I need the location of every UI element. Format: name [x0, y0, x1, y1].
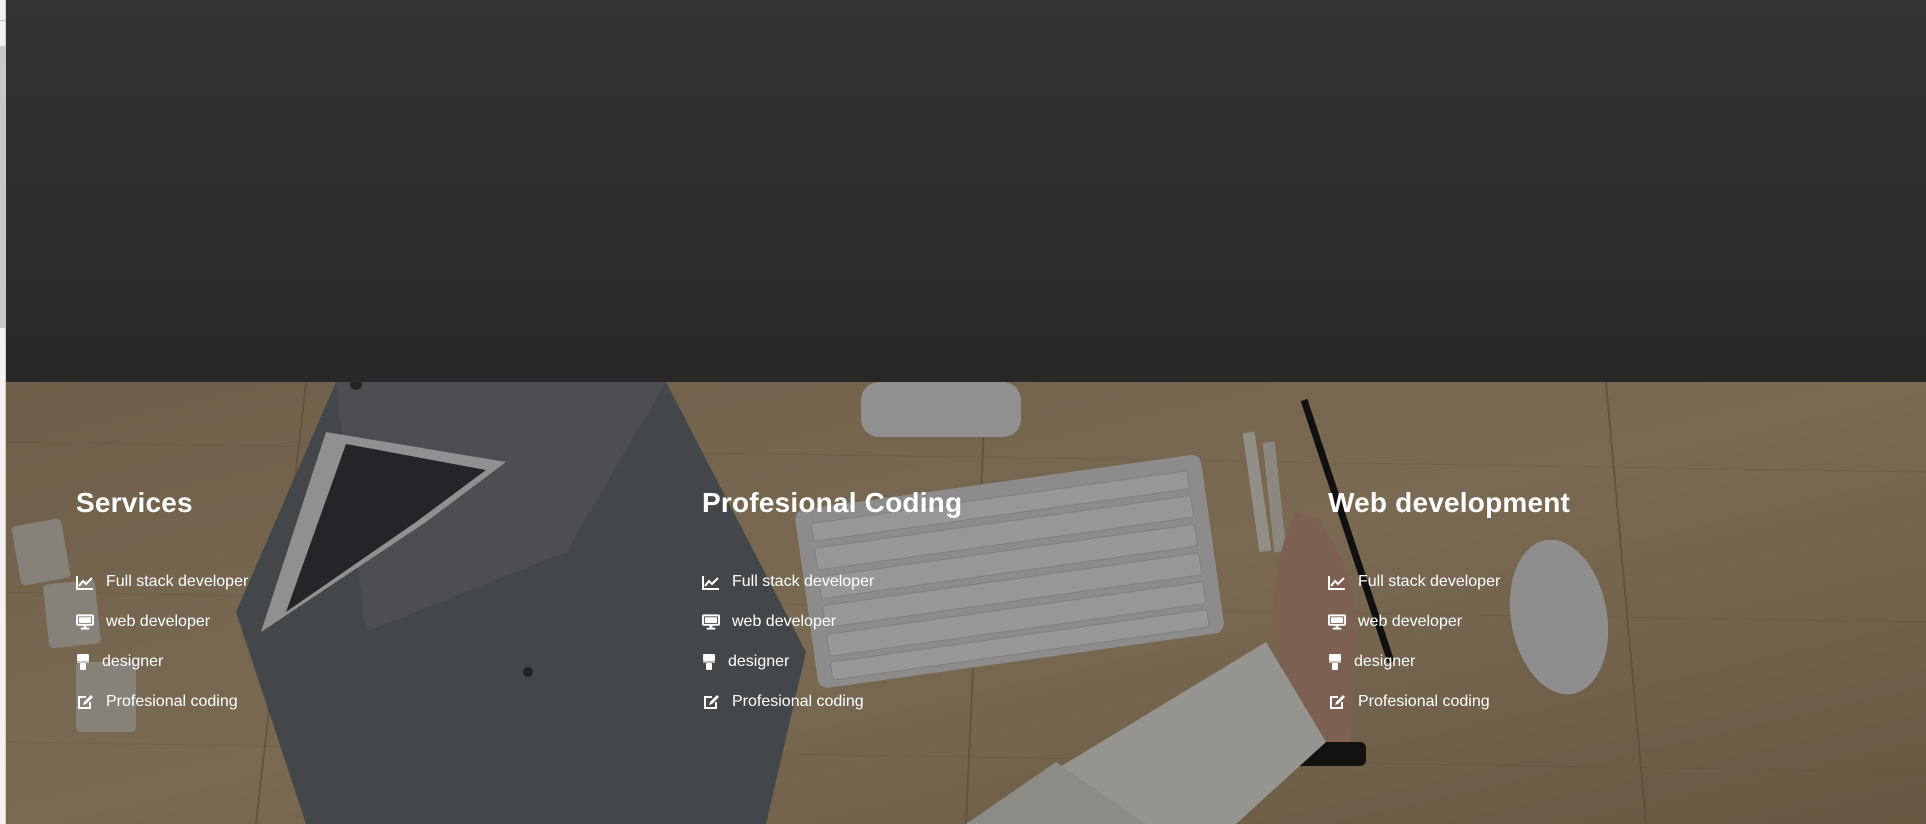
desktop-icon [702, 613, 720, 631]
list-item[interactable]: designer [76, 642, 636, 682]
services-column-1: Services Full stack developer web develo… [76, 486, 636, 722]
desktop-icon [76, 613, 94, 631]
list-item-label[interactable]: web developer [732, 613, 836, 631]
paint-brush-icon [702, 653, 716, 671]
list-item[interactable]: Profesional coding [76, 682, 636, 722]
column-heading: Profesional Coding [702, 487, 963, 518]
list-item[interactable]: Full stack developer [702, 562, 1262, 602]
desktop-icon [1328, 613, 1346, 631]
page: Services Full stack developer web develo… [0, 0, 1926, 824]
services-column-3: Web development Full stack developer web… [1328, 486, 1888, 722]
list-item[interactable]: Profesional coding [1328, 682, 1888, 722]
services-section: Services Full stack developer web develo… [6, 382, 1926, 824]
list-item-label[interactable]: designer [102, 653, 163, 671]
line-chart-icon [702, 573, 720, 591]
list-item[interactable]: Full stack developer [76, 562, 636, 602]
services-column-2: Profesional Coding Full stack developer … [702, 486, 1262, 722]
paint-brush-icon [76, 653, 90, 671]
dark-header-band [6, 0, 1926, 382]
list-item-label[interactable]: Profesional coding [732, 693, 864, 711]
list-item[interactable]: web developer [76, 602, 636, 642]
list-item-label[interactable]: Full stack developer [106, 573, 248, 591]
services-list: Full stack developer web developer desig… [702, 562, 1262, 722]
list-item-label[interactable]: designer [1354, 653, 1415, 671]
list-item-label[interactable]: Profesional coding [106, 693, 238, 711]
list-item[interactable]: designer [1328, 642, 1888, 682]
list-item[interactable]: web developer [1328, 602, 1888, 642]
edit-icon [76, 693, 94, 711]
line-chart-icon [1328, 573, 1346, 591]
column-heading: Services [76, 487, 193, 518]
list-item[interactable]: Full stack developer [1328, 562, 1888, 602]
list-item-label[interactable]: designer [728, 653, 789, 671]
column-heading: Web development [1328, 487, 1571, 518]
list-item[interactable]: designer [702, 642, 1262, 682]
list-item-label[interactable]: web developer [106, 613, 210, 631]
line-chart-icon [76, 573, 94, 591]
list-item[interactable]: Profesional coding [702, 682, 1262, 722]
paint-brush-icon [1328, 653, 1342, 671]
edit-icon [1328, 693, 1346, 711]
list-item[interactable]: web developer [702, 602, 1262, 642]
list-item-label[interactable]: Full stack developer [1358, 573, 1500, 591]
services-list: Full stack developer web developer desig… [76, 562, 636, 722]
edit-icon [702, 693, 720, 711]
list-item-label[interactable]: web developer [1358, 613, 1462, 631]
list-item-label[interactable]: Profesional coding [1358, 693, 1490, 711]
services-list: Full stack developer web developer desig… [1328, 562, 1888, 722]
list-item-label[interactable]: Full stack developer [732, 573, 874, 591]
